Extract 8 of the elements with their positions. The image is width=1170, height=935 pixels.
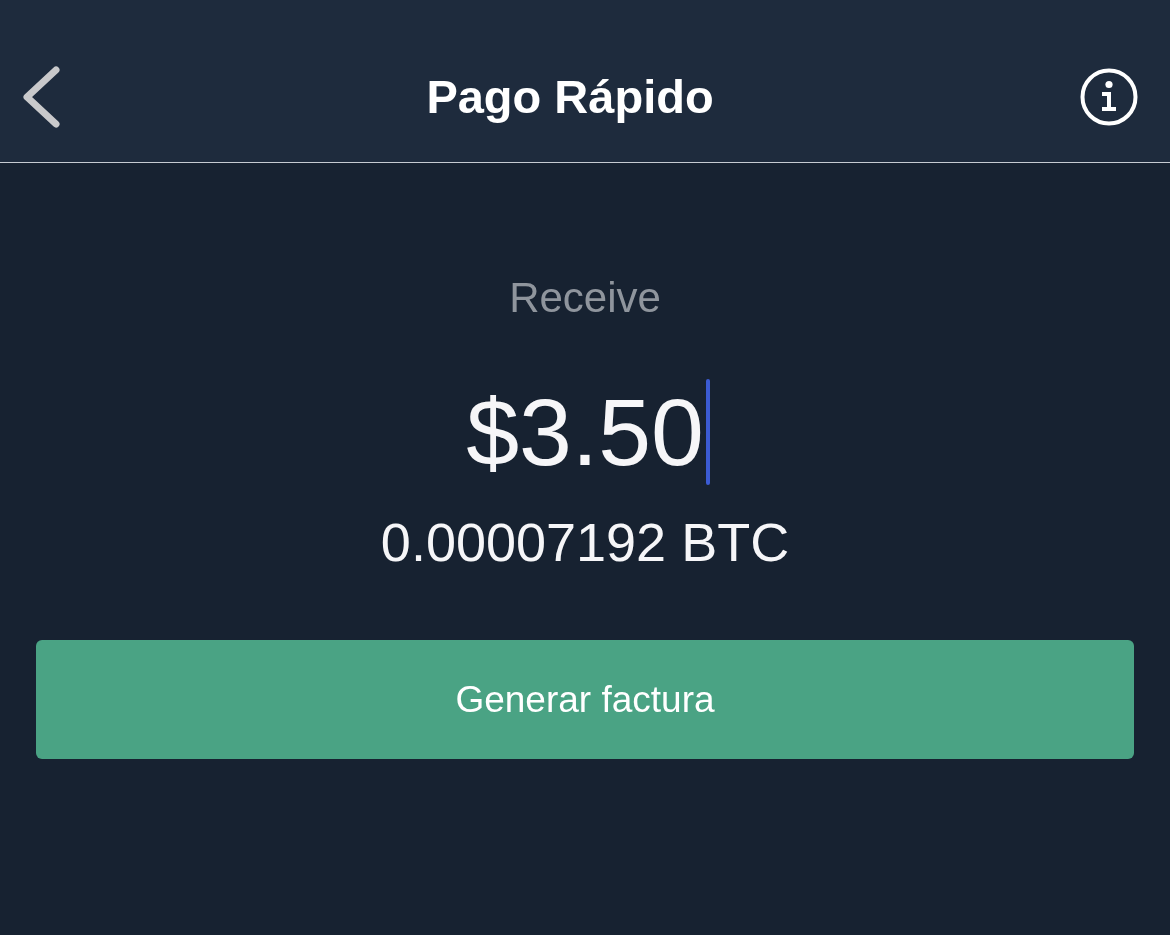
chevron-left-icon <box>22 66 60 128</box>
receive-label: Receive <box>509 274 661 322</box>
info-button[interactable] <box>1080 68 1138 126</box>
amount-field[interactable]: $3.50 <box>460 377 710 487</box>
screen-title: Pago Rápido <box>426 69 714 125</box>
info-icon <box>1080 68 1138 126</box>
btc-amount: 0.00007192 BTC <box>380 512 790 572</box>
back-button[interactable] <box>22 66 60 128</box>
